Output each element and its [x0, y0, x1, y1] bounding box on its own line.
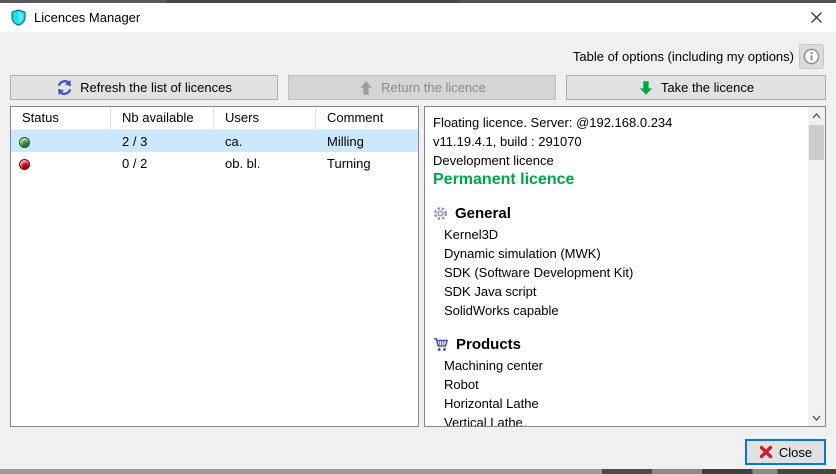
list-item: Vertical Lathe	[433, 413, 808, 426]
scrollbar-up-icon[interactable]	[808, 107, 825, 124]
title-bar: Licences Manager	[0, 3, 836, 32]
general-items: Kernel3D Dynamic simulation (MWK) SDK (S…	[433, 225, 808, 320]
scrollbar-thumb[interactable]	[809, 125, 824, 160]
list-item: SDK Java script	[433, 282, 808, 301]
window-title: Licences Manager	[34, 10, 140, 25]
info-icon	[803, 48, 820, 65]
licence-list: Status Nb available Users Comment 2 / 3 …	[10, 106, 419, 427]
window-close-icon[interactable]	[796, 3, 836, 32]
general-section-title: General	[455, 205, 511, 222]
close-red-x-icon	[759, 445, 773, 459]
list-item: SDK (Software Development Kit)	[433, 263, 808, 282]
return-up-arrow-icon	[358, 80, 374, 96]
take-button-label: Take the licence	[661, 80, 754, 95]
version-line: v11.19.4.1, build : 291070	[433, 132, 808, 151]
return-licence-button: Return the licence	[288, 75, 556, 100]
column-header-status[interactable]: Status	[11, 107, 111, 129]
cell-nb-available: 2 / 3	[111, 134, 214, 149]
cell-comment: Turning	[316, 156, 418, 171]
table-row[interactable]: 0 / 2 ob. bl. Turning	[11, 152, 418, 174]
column-header-comment[interactable]: Comment	[316, 107, 418, 129]
refresh-button-label: Refresh the list of licences	[80, 80, 232, 95]
background-window-edge-bottom	[0, 469, 836, 474]
licences-manager-window: Licences Manager Table of options (inclu…	[0, 0, 836, 474]
table-of-options-label: Table of options (including my options)	[573, 49, 794, 64]
cell-comment: Milling	[316, 134, 418, 149]
list-item: Kernel3D	[433, 225, 808, 244]
app-shield-icon	[10, 9, 27, 26]
products-section-heading: Products	[433, 334, 808, 354]
cell-nb-available: 0 / 2	[111, 156, 214, 171]
list-item: Machining center	[433, 356, 808, 375]
details-scrollbar[interactable]	[808, 107, 825, 426]
cell-users: ca.	[214, 134, 316, 149]
column-header-users[interactable]: Users	[214, 107, 316, 129]
list-item: Dynamic simulation (MWK)	[433, 244, 808, 263]
return-button-label: Return the licence	[381, 80, 486, 95]
cell-users: ob. bl.	[214, 156, 316, 171]
table-row[interactable]: 2 / 3 ca. Milling	[11, 130, 418, 152]
take-licence-button[interactable]: Take the licence	[566, 75, 826, 100]
list-item: SolidWorks capable	[433, 301, 808, 320]
refresh-licences-button[interactable]: Refresh the list of licences	[10, 75, 278, 100]
cart-icon	[433, 337, 449, 352]
licence-details-panel: Floating licence. Server: @192.168.0.234…	[424, 106, 826, 427]
products-items: Machining center Robot Horizontal Lathe …	[433, 356, 808, 426]
status-red-dot-icon	[19, 159, 30, 170]
scrollbar-down-icon[interactable]	[808, 409, 825, 426]
licence-type-line: Development licence	[433, 151, 808, 170]
take-down-arrow-icon	[638, 80, 654, 96]
general-section-heading: General	[433, 203, 808, 223]
server-line: Floating licence. Server: @192.168.0.234	[433, 113, 808, 132]
list-item: Horizontal Lathe	[433, 394, 808, 413]
refresh-icon	[56, 79, 73, 96]
gear-icon	[433, 206, 448, 221]
close-button-label: Close	[779, 445, 812, 460]
status-green-dot-icon	[19, 137, 30, 148]
permanent-licence-label: Permanent licence	[433, 170, 808, 189]
licence-details-content: Floating licence. Server: @192.168.0.234…	[425, 107, 808, 426]
licence-list-header: Status Nb available Users Comment	[11, 107, 418, 130]
list-item: Robot	[433, 375, 808, 394]
products-section-title: Products	[456, 336, 521, 353]
column-header-nb[interactable]: Nb available	[111, 107, 214, 129]
close-button[interactable]: Close	[745, 439, 826, 465]
info-button[interactable]	[799, 44, 824, 69]
